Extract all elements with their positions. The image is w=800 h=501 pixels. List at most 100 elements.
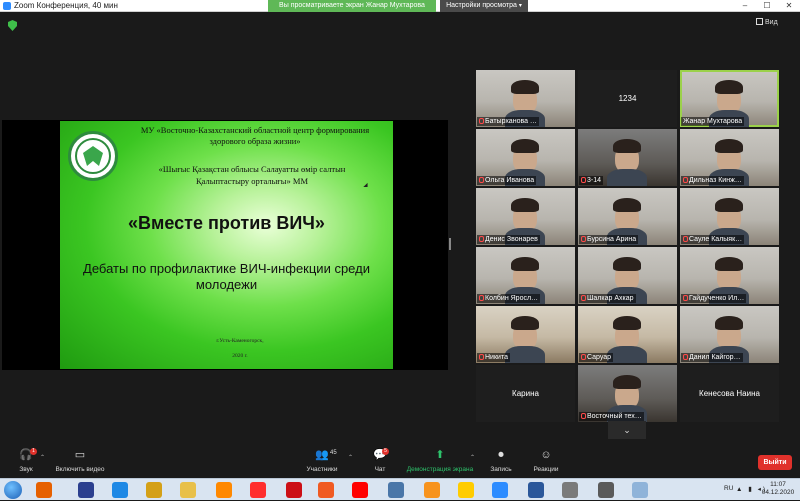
participant-video-hair [715,198,743,212]
participant-video-hair [511,80,539,94]
organization-logo [68,131,118,181]
organization-name-ru: МУ «Восточно-Казахстанский областной цен… [140,125,370,146]
participant-name: Кенесова Наина [699,389,760,398]
zoom-window: Zoom Конференция, 40 мин Вы просматривае… [0,0,800,500]
word-icon[interactable] [528,482,544,498]
participants-caret-icon[interactable]: ⌃ [348,454,353,461]
record-button[interactable]: ⏺ Запись [486,448,516,473]
shared-screen: МУ «Восточно-Казахстанский областной цен… [2,120,448,370]
participant-video-hair [613,198,641,212]
participant-name: Гайдученко Ил… [681,294,747,303]
participant-tile[interactable]: Колбин Яросл… [476,247,575,304]
gallery-scroll-down-button[interactable]: ⌄ [608,421,646,439]
title-bar: Zoom Конференция, 40 мин Вы просматривае… [0,0,800,12]
folder-icon[interactable] [180,482,196,498]
edge-icon[interactable] [318,482,334,498]
meeting-toolbar: 🎧 1 Звук ⌃ ▭ Включить видео 👥 45 Участни… [0,446,800,478]
chat-button[interactable]: 💬 5 Чат [368,448,392,473]
participant-tile[interactable]: Гайдученко Ил… [680,247,779,304]
participant-tile[interactable]: Ольга Иванова [476,129,575,186]
start-video-button[interactable]: ▭ Включить видео [52,448,108,473]
participant-name: Дильназ Кинж… [681,176,744,185]
ie-icon[interactable] [112,482,128,498]
participant-tile[interactable]: Сауле Калыяк… [680,188,779,245]
participants-button[interactable]: 👥 45 Участники [304,448,340,473]
vk-icon[interactable] [388,482,404,498]
participant-video-hair [511,139,539,153]
participant-name-text: Сауле Калыяк… [689,236,743,243]
participant-name: Батырханова … [477,117,539,126]
participant-name: Денис Звонарев [477,235,540,244]
view-options-button[interactable]: Настройки просмотра ▾ [440,0,528,12]
mic-muted-icon [683,236,688,242]
participant-tile[interactable]: Карина [476,365,575,422]
participant-video-hair [715,80,743,94]
opera-icon[interactable] [286,482,302,498]
encryption-shield-icon[interactable] [8,20,17,31]
reactions-button[interactable]: ☺ Реакции [530,448,562,473]
participant-name-text: Восточный тех… [587,413,642,420]
zoom-app-icon [3,2,11,10]
language-indicator[interactable]: RU [724,485,733,492]
participant-name: 3-14 [579,176,604,185]
mic-muted-icon [683,295,688,301]
mic-muted-icon [581,177,586,183]
participant-name: 1234 [618,94,637,103]
participant-tile[interactable]: Никита [476,306,575,363]
participant-tile[interactable]: Жанар Мухтарова [680,70,779,127]
view-switch-button[interactable]: Вид [756,18,778,28]
participant-name-text: Бурсина Арина [587,236,637,243]
grid-icon [756,18,763,25]
share-screen-button[interactable]: ⬆ Демонстрация экрана [404,448,476,473]
participant-video-hair [613,316,641,330]
participant-tile[interactable]: Батырханова … [476,70,575,127]
participant-tile[interactable]: Дильназ Кинж… [680,129,779,186]
share-options-caret-icon[interactable]: ⌃ [470,454,475,461]
participant-tile[interactable]: Денис Звонарев [476,188,575,245]
reactions-label: Реакции [533,466,559,473]
close-button[interactable]: ✕ [778,0,800,12]
chevron-down-icon: ▾ [518,3,522,9]
participant-tile[interactable]: 1234 [578,70,677,127]
participant-tile[interactable]: Кенесова Наина [680,365,779,422]
camera-off-icon: ▭ [74,449,86,461]
unknown-app-icon[interactable] [562,482,578,498]
participants-label: Участники [306,466,338,473]
mic-muted-icon [479,236,484,242]
paint-icon[interactable] [146,482,162,498]
participant-tile[interactable]: Саруар [578,306,677,363]
floppy-icon[interactable] [78,482,94,498]
yandex-browser-icon[interactable] [458,482,474,498]
start-button-icon[interactable] [4,481,22,499]
participant-tile[interactable]: Бурсина Арина [578,188,677,245]
panel-splitter-handle[interactable] [449,238,451,250]
clock-date: 04.12.2020 [761,489,795,496]
window-title: Zoom Конференция, 40 мин [14,1,118,10]
participant-tile[interactable]: Восточный тех… [578,365,677,422]
participant-tile[interactable]: Шалкар Ахкар [578,247,677,304]
participant-name: Ольга Иванова [477,176,537,185]
zoom-icon[interactable] [492,482,508,498]
presentation-slide: МУ «Восточно-Казахстанский областной цен… [60,121,393,369]
audio-button[interactable]: 🎧 1 Звук [14,448,38,473]
ok-icon[interactable] [424,482,440,498]
media-icon[interactable] [598,482,614,498]
audio-options-caret-icon[interactable]: ⌃ [40,454,45,461]
explorer-icon[interactable] [632,482,648,498]
yandex-icon[interactable] [250,482,266,498]
participant-video-hair [511,257,539,271]
mic-muted-icon [581,413,586,419]
smiley-icon: ☺ [540,449,552,461]
chat-unread-badge: 5 [382,448,389,455]
firefox-icon[interactable] [36,482,52,498]
participant-tile[interactable]: 3-14 [578,129,677,186]
start-video-label: Включить видео [55,466,105,473]
participant-tile[interactable]: Данил Кайгор… [680,306,779,363]
system-clock[interactable]: 11:07 04.12.2020 [760,481,796,497]
leave-meeting-button[interactable]: Выйти [758,455,792,470]
vlc-icon[interactable] [216,482,232,498]
maximize-button[interactable]: ☐ [756,0,778,12]
participant-name: Шалкар Ахкар [579,294,636,303]
minimize-button[interactable]: – [734,0,756,12]
youtube-icon[interactable] [352,482,368,498]
